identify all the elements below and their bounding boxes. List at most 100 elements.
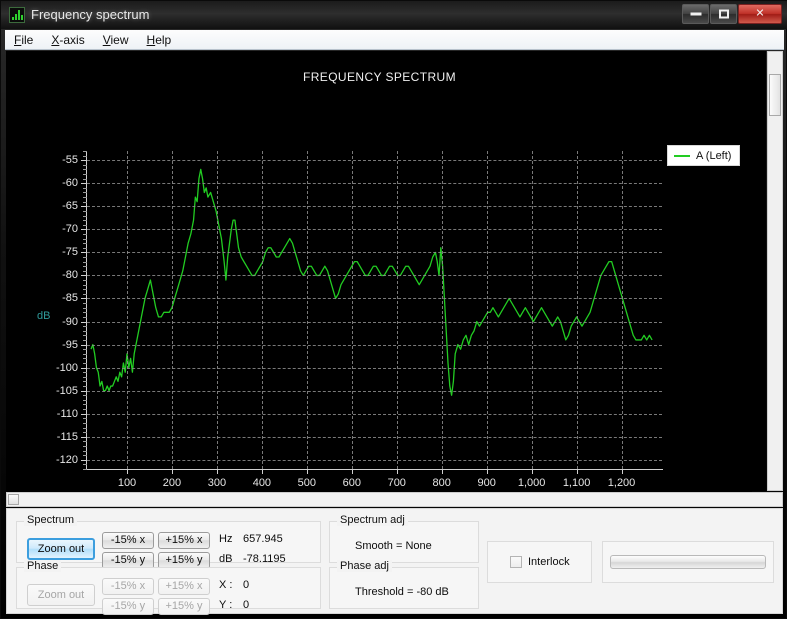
spectrum-adj-label: Spectrum adj — [337, 514, 408, 526]
chart-canvas: FREQUENCY SPECTRUM 100 200 300 400 500 600 700… — [7, 52, 752, 527]
y-gridline — [87, 344, 662, 346]
x-tick — [306, 469, 308, 474]
y-minor-tick — [83, 445, 87, 447]
x-tick-label: 500 — [297, 477, 317, 489]
x-gridline — [621, 151, 623, 469]
y-minor-tick — [83, 404, 87, 406]
y-minor-tick — [83, 187, 87, 189]
y-gridline — [87, 321, 662, 323]
phase-adj-value: Threshold = -80 dB — [355, 586, 449, 598]
y-minor-tick — [83, 261, 87, 263]
phase-minus-15-y-button[interactable]: -15% y — [102, 598, 154, 615]
vertical-scrollbar-thumb[interactable] — [769, 74, 781, 116]
y-gridline — [87, 390, 662, 392]
maximize-icon — [718, 9, 729, 19]
phase-y-value: 0 — [243, 599, 250, 611]
spectrum-plus-15-x-button[interactable]: +15% x — [158, 532, 210, 549]
spectrum-db-value: -78.1195 — [243, 553, 286, 565]
spectrum-zoom-out-button[interactable]: Zoom out — [27, 538, 95, 560]
x-tick — [261, 469, 263, 474]
interlock-checkbox-row[interactable]: Interlock — [510, 556, 570, 568]
y-gridline — [87, 413, 662, 415]
y-minor-tick — [83, 192, 87, 194]
y-minor-tick — [83, 164, 87, 166]
menu-item-file-label: ile — [21, 33, 34, 47]
y-minor-tick — [83, 363, 87, 364]
y-minor-tick — [83, 224, 87, 226]
y-tick — [81, 367, 87, 369]
close-button[interactable]: ✕ — [738, 4, 782, 24]
x-gridline — [171, 151, 173, 469]
y-minor-tick — [83, 450, 87, 452]
phase-plus-15-x-button[interactable]: +15% x — [158, 578, 210, 595]
y-minor-tick — [83, 201, 87, 203]
y-tick-label: -95 — [62, 338, 78, 351]
x-gridline — [306, 151, 308, 469]
chart-client-area: FREQUENCY SPECTRUM 100 200 300 400 500 600 700… — [6, 51, 766, 527]
phase-x-label: X : — [219, 579, 233, 591]
y-tick-label: -110 — [56, 407, 78, 420]
menu-item-file[interactable]: File — [5, 30, 42, 50]
menu-item-view[interactable]: View — [94, 30, 138, 50]
x-tick-label: 1,200 — [607, 477, 636, 489]
x-gridline — [531, 151, 533, 469]
y-tick — [81, 321, 87, 323]
x-tick-label: 100 — [117, 477, 137, 489]
y-tick-label: -120 — [55, 453, 78, 466]
phase-adj-label: Phase adj — [337, 560, 392, 572]
y-minor-tick — [83, 409, 87, 411]
y-axis-unit-label: dB — [37, 310, 51, 322]
x-tick — [486, 469, 488, 474]
horizontal-scrollbar-thumb[interactable] — [8, 494, 19, 505]
menu-item-view-label: iew — [110, 33, 129, 47]
minimize-button[interactable] — [682, 4, 709, 24]
y-tick-label: -80 — [62, 269, 78, 282]
menu-item-x-axis[interactable]: X-axis — [42, 30, 93, 50]
y-tick — [81, 459, 87, 461]
horizontal-scrollbar[interactable] — [6, 492, 783, 507]
y-tick — [81, 298, 87, 300]
y-minor-tick — [83, 151, 87, 152]
phase-plus-15-y-button[interactable]: +15% y — [158, 598, 210, 615]
window-controls: ✕ — [681, 4, 782, 25]
y-minor-tick — [83, 422, 87, 424]
y-tick — [81, 275, 87, 277]
interlock-checkbox[interactable] — [510, 556, 522, 568]
y-gridline — [87, 160, 662, 162]
y-tick-label: -70 — [62, 223, 78, 236]
spectrum-db-label: dB — [219, 553, 233, 565]
spectrum-adj-value: Smooth = None — [355, 540, 432, 552]
x-tick-label: 1,100 — [562, 477, 591, 489]
y-tick-label: -90 — [62, 315, 78, 328]
y-tick — [81, 160, 87, 162]
legend-label: A (Left) — [696, 149, 732, 162]
y-tick — [81, 206, 87, 208]
menu-item-help[interactable]: Help — [138, 30, 181, 50]
spectrum-minus-15-x-button[interactable]: -15% x — [102, 532, 154, 549]
x-tick-label: 900 — [477, 477, 496, 489]
x-tick-label: 700 — [387, 477, 406, 489]
y-minor-tick — [83, 330, 87, 332]
y-minor-tick — [83, 432, 87, 434]
x-gridline — [576, 151, 578, 469]
y-minor-tick — [83, 257, 87, 258]
spectrum-group-label: Spectrum — [24, 514, 78, 526]
y-minor-tick — [83, 381, 87, 383]
y-gridline — [87, 367, 662, 369]
phase-minus-15-x-button[interactable]: -15% x — [102, 578, 154, 595]
menu-item-help-label: elp — [155, 33, 172, 47]
interlock-label: Interlock — [528, 556, 570, 568]
y-minor-tick — [83, 376, 87, 378]
phase-zoom-out-button[interactable]: Zoom out — [27, 584, 95, 606]
y-gridline — [87, 275, 662, 277]
y-minor-tick — [83, 169, 87, 171]
phase-x-value: 0 — [243, 579, 250, 591]
chart-legend[interactable]: A (Left) — [667, 145, 741, 166]
vertical-scrollbar[interactable] — [767, 51, 783, 491]
y-minor-tick — [83, 307, 87, 309]
y-minor-tick — [83, 247, 87, 249]
x-gridline — [441, 151, 443, 469]
chart-title: FREQUENCY SPECTRUM — [303, 70, 456, 84]
level-meter[interactable] — [610, 555, 766, 569]
maximize-button[interactable] — [710, 4, 737, 24]
